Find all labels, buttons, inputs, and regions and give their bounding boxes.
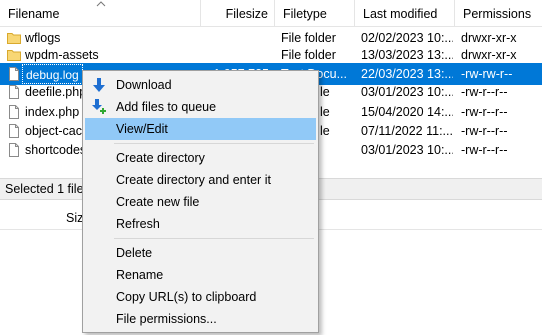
menu-separator xyxy=(114,143,314,144)
menu-item-copy-urls[interactable]: Copy URL(s) to clipboard xyxy=(85,286,316,308)
menu-item-label: File permissions... xyxy=(116,312,217,326)
menu-item-label: Create directory xyxy=(116,151,205,165)
file-list-header: Filename Filesize Filetype Last modified… xyxy=(0,0,542,27)
menu-item-label: Create directory and enter it xyxy=(116,173,271,187)
add-to-queue-icon xyxy=(91,99,107,115)
document-icon xyxy=(7,85,21,99)
menu-item-label: View/Edit xyxy=(116,122,168,136)
sort-ascending-icon xyxy=(96,0,106,10)
file-modified: 03/01/2023 10:... xyxy=(361,85,453,99)
menu-separator xyxy=(114,238,314,239)
menu-item-create-directory-and-enter[interactable]: Create directory and enter it xyxy=(85,169,316,191)
column-header-permissions[interactable]: Permissions xyxy=(455,0,542,27)
file-name: shortcodes xyxy=(25,143,82,157)
column-header-filename-label: Filename xyxy=(8,7,60,21)
file-permissions: -rw-r--r-- xyxy=(461,143,508,157)
menu-item-download[interactable]: Download xyxy=(85,74,316,96)
column-header-filesize[interactable]: Filesize xyxy=(201,0,275,27)
context-menu: Download Add files to queue View/Edit Cr… xyxy=(82,70,319,333)
file-permissions: -rw-r--r-- xyxy=(461,85,508,99)
menu-item-view-edit[interactable]: View/Edit xyxy=(85,118,316,140)
selection-status-text: Selected 1 file. xyxy=(5,182,87,196)
folder-icon xyxy=(7,31,21,45)
column-header-size[interactable]: Siz xyxy=(66,206,83,230)
document-icon xyxy=(7,105,21,119)
file-name: deefile.php xyxy=(25,85,82,99)
menu-item-create-new-file[interactable]: Create new file xyxy=(85,191,316,213)
menu-item-label: Download xyxy=(116,78,172,92)
column-header-last-modified[interactable]: Last modified xyxy=(355,0,455,27)
menu-item-label: Copy URL(s) to clipboard xyxy=(116,290,257,304)
document-icon xyxy=(7,124,21,138)
column-header-filetype[interactable]: Filetype xyxy=(275,0,355,27)
file-type: le xyxy=(320,85,330,99)
file-modified: 03/01/2023 10:... xyxy=(361,143,453,157)
menu-item-label: Delete xyxy=(116,246,153,260)
document-icon xyxy=(7,67,21,81)
menu-item-add-files-to-queue[interactable]: Add files to queue xyxy=(85,96,316,118)
menu-item-label: Refresh xyxy=(116,217,160,231)
menu-item-file-permissions[interactable]: File permissions... xyxy=(85,308,316,330)
document-icon xyxy=(7,143,21,157)
menu-item-create-directory[interactable]: Create directory xyxy=(85,147,316,169)
folder-icon xyxy=(7,48,21,62)
column-header-filename[interactable]: Filename xyxy=(0,0,201,27)
menu-item-label: Rename xyxy=(116,268,164,282)
menu-item-refresh[interactable]: Refresh xyxy=(85,213,316,235)
menu-item-label: Create new file xyxy=(116,195,200,209)
download-arrow-icon xyxy=(91,77,107,93)
menu-item-label: Add files to queue xyxy=(116,100,217,114)
menu-item-rename[interactable]: Rename xyxy=(85,264,316,286)
menu-item-delete[interactable]: Delete xyxy=(85,242,316,264)
remote-file-list-panel: Filename Filesize Filetype Last modified… xyxy=(0,0,542,335)
